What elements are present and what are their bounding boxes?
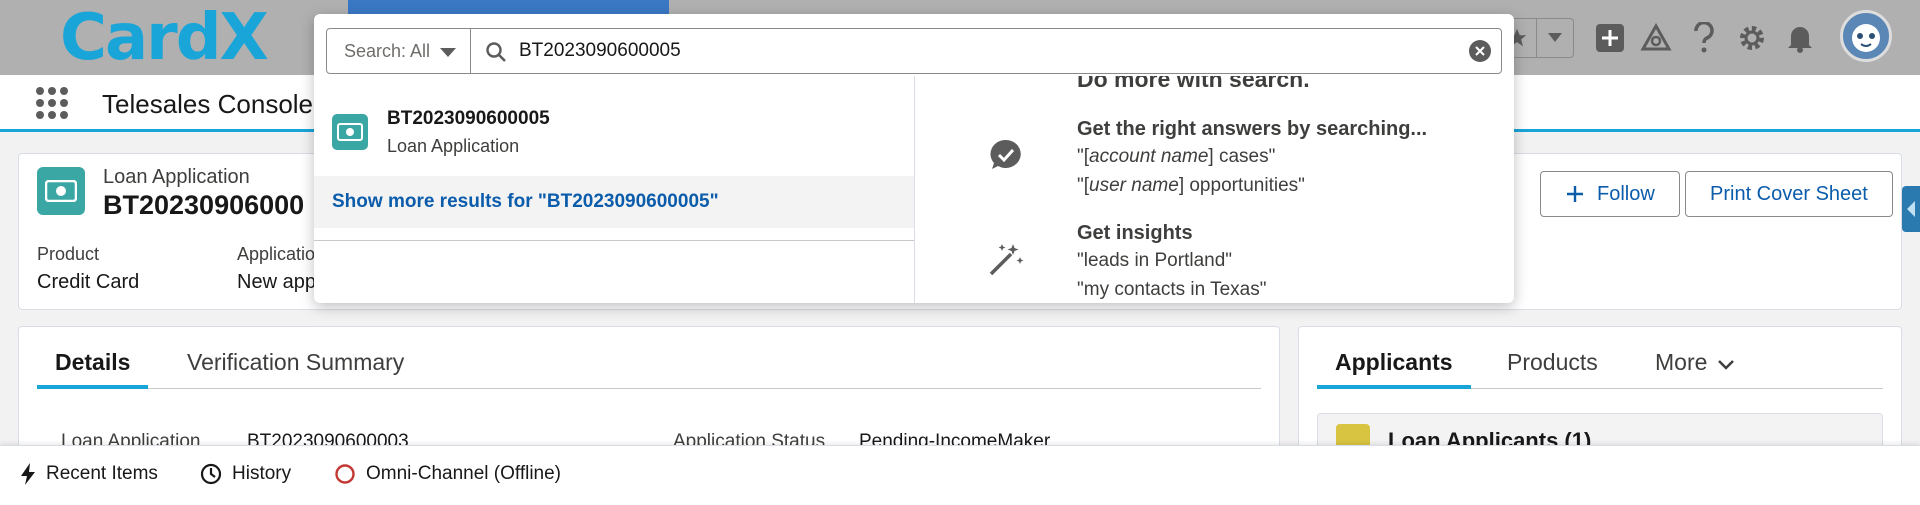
loan-application-icon [37,167,85,215]
utility-bar: Recent Items History Omni-Channel (Offli… [0,445,1920,505]
search-scope-label: Search: All [344,40,431,61]
chat-check-icon [987,136,1025,174]
tip-example-line: "leads in Portland" [1077,250,1233,271]
trailhead-icon[interactable] [1638,20,1674,56]
result-type: Loan Application [387,136,520,156]
loan-application-icon [332,114,368,150]
divider [314,240,914,241]
utility-omni-channel[interactable]: Omni-Channel (Offline) [334,463,561,485]
tip-title: Get insights [1077,222,1193,244]
tab-details[interactable]: Details [37,349,149,389]
utility-label: Omni-Channel (Offline) [366,463,562,484]
details-tabset: Details Verification Summary [37,349,1261,389]
utility-label: History [232,463,292,484]
caret-down-icon [440,48,456,57]
utility-expand-tab[interactable] [1902,186,1920,232]
search-icon [485,41,507,69]
search-scope-select[interactable]: Search: All [326,28,471,74]
utility-history[interactable]: History [200,463,291,485]
search-result-item[interactable]: BT2023090600005 Loan Application [314,90,914,176]
follow-button[interactable]: Follow [1540,171,1680,217]
tab-products[interactable]: Products [1507,349,1598,389]
cardx-logo[interactable]: CardX [60,6,269,70]
tip-example-line: "my contacts in Texas" [1077,279,1267,300]
help-icon[interactable] [1686,20,1722,56]
field-label: Applicatio [237,244,316,264]
search-input[interactable]: BT2023090600005 [470,28,1502,74]
offline-status-icon [334,463,356,485]
search-tips-heading: Do more with search. [1077,76,1310,92]
magic-wand-icon [987,240,1025,278]
tab-more-label: More [1655,349,1708,375]
plus-icon [1567,186,1583,202]
print-label: Print Cover Sheet [1710,182,1868,205]
tab-more[interactable]: More [1655,349,1735,389]
add-icon[interactable] [1592,20,1628,56]
favorites-menu-icon[interactable] [1535,19,1574,57]
lightning-icon [20,463,36,485]
field-application-type: Applicatio New app [237,244,316,294]
field-value: New app [237,271,316,293]
follow-label: Follow [1597,182,1655,205]
utility-label: Recent Items [46,463,158,484]
app-launcher-icon[interactable] [36,87,68,119]
tip-title: Get the right answers by searching... [1077,118,1428,140]
field-label: Product [37,244,100,264]
tip-example-line: "[account name] cases" [1077,146,1276,167]
tab-applicants[interactable]: Applicants [1317,349,1471,389]
field-product: Product Credit Card [37,244,139,294]
header-strip [348,0,669,14]
setup-gear-icon[interactable] [1734,20,1770,56]
tip-example-line: "[user name] opportunities" [1077,175,1305,196]
record-object-type: Loan Application [103,166,250,188]
search-tips-panel: Do more with search. Get the right answe… [914,76,1514,303]
result-name: BT2023090600005 [387,108,550,129]
utility-recent-items[interactable]: Recent Items [20,463,158,485]
record-name: BT20230906000 [103,190,305,220]
notifications-bell-icon[interactable] [1782,20,1818,56]
field-value: Credit Card [37,271,140,293]
tab-verification-summary[interactable]: Verification Summary [187,349,404,389]
related-tabset: Applicants Products More [1317,349,1883,389]
clear-search-icon[interactable] [1469,40,1491,62]
global-search-panel: Search: All BT2023090600005 BT2023090600… [314,14,1514,303]
app-name: Telesales Console [102,89,314,119]
print-cover-sheet-button[interactable]: Print Cover Sheet [1685,171,1893,217]
search-query: BT2023090600005 [519,40,681,61]
show-more-results-link[interactable]: Show more results for "BT2023090600005" [314,176,914,228]
user-avatar[interactable] [1840,10,1892,62]
chevron-down-icon [1718,360,1735,370]
clock-icon [200,463,222,485]
